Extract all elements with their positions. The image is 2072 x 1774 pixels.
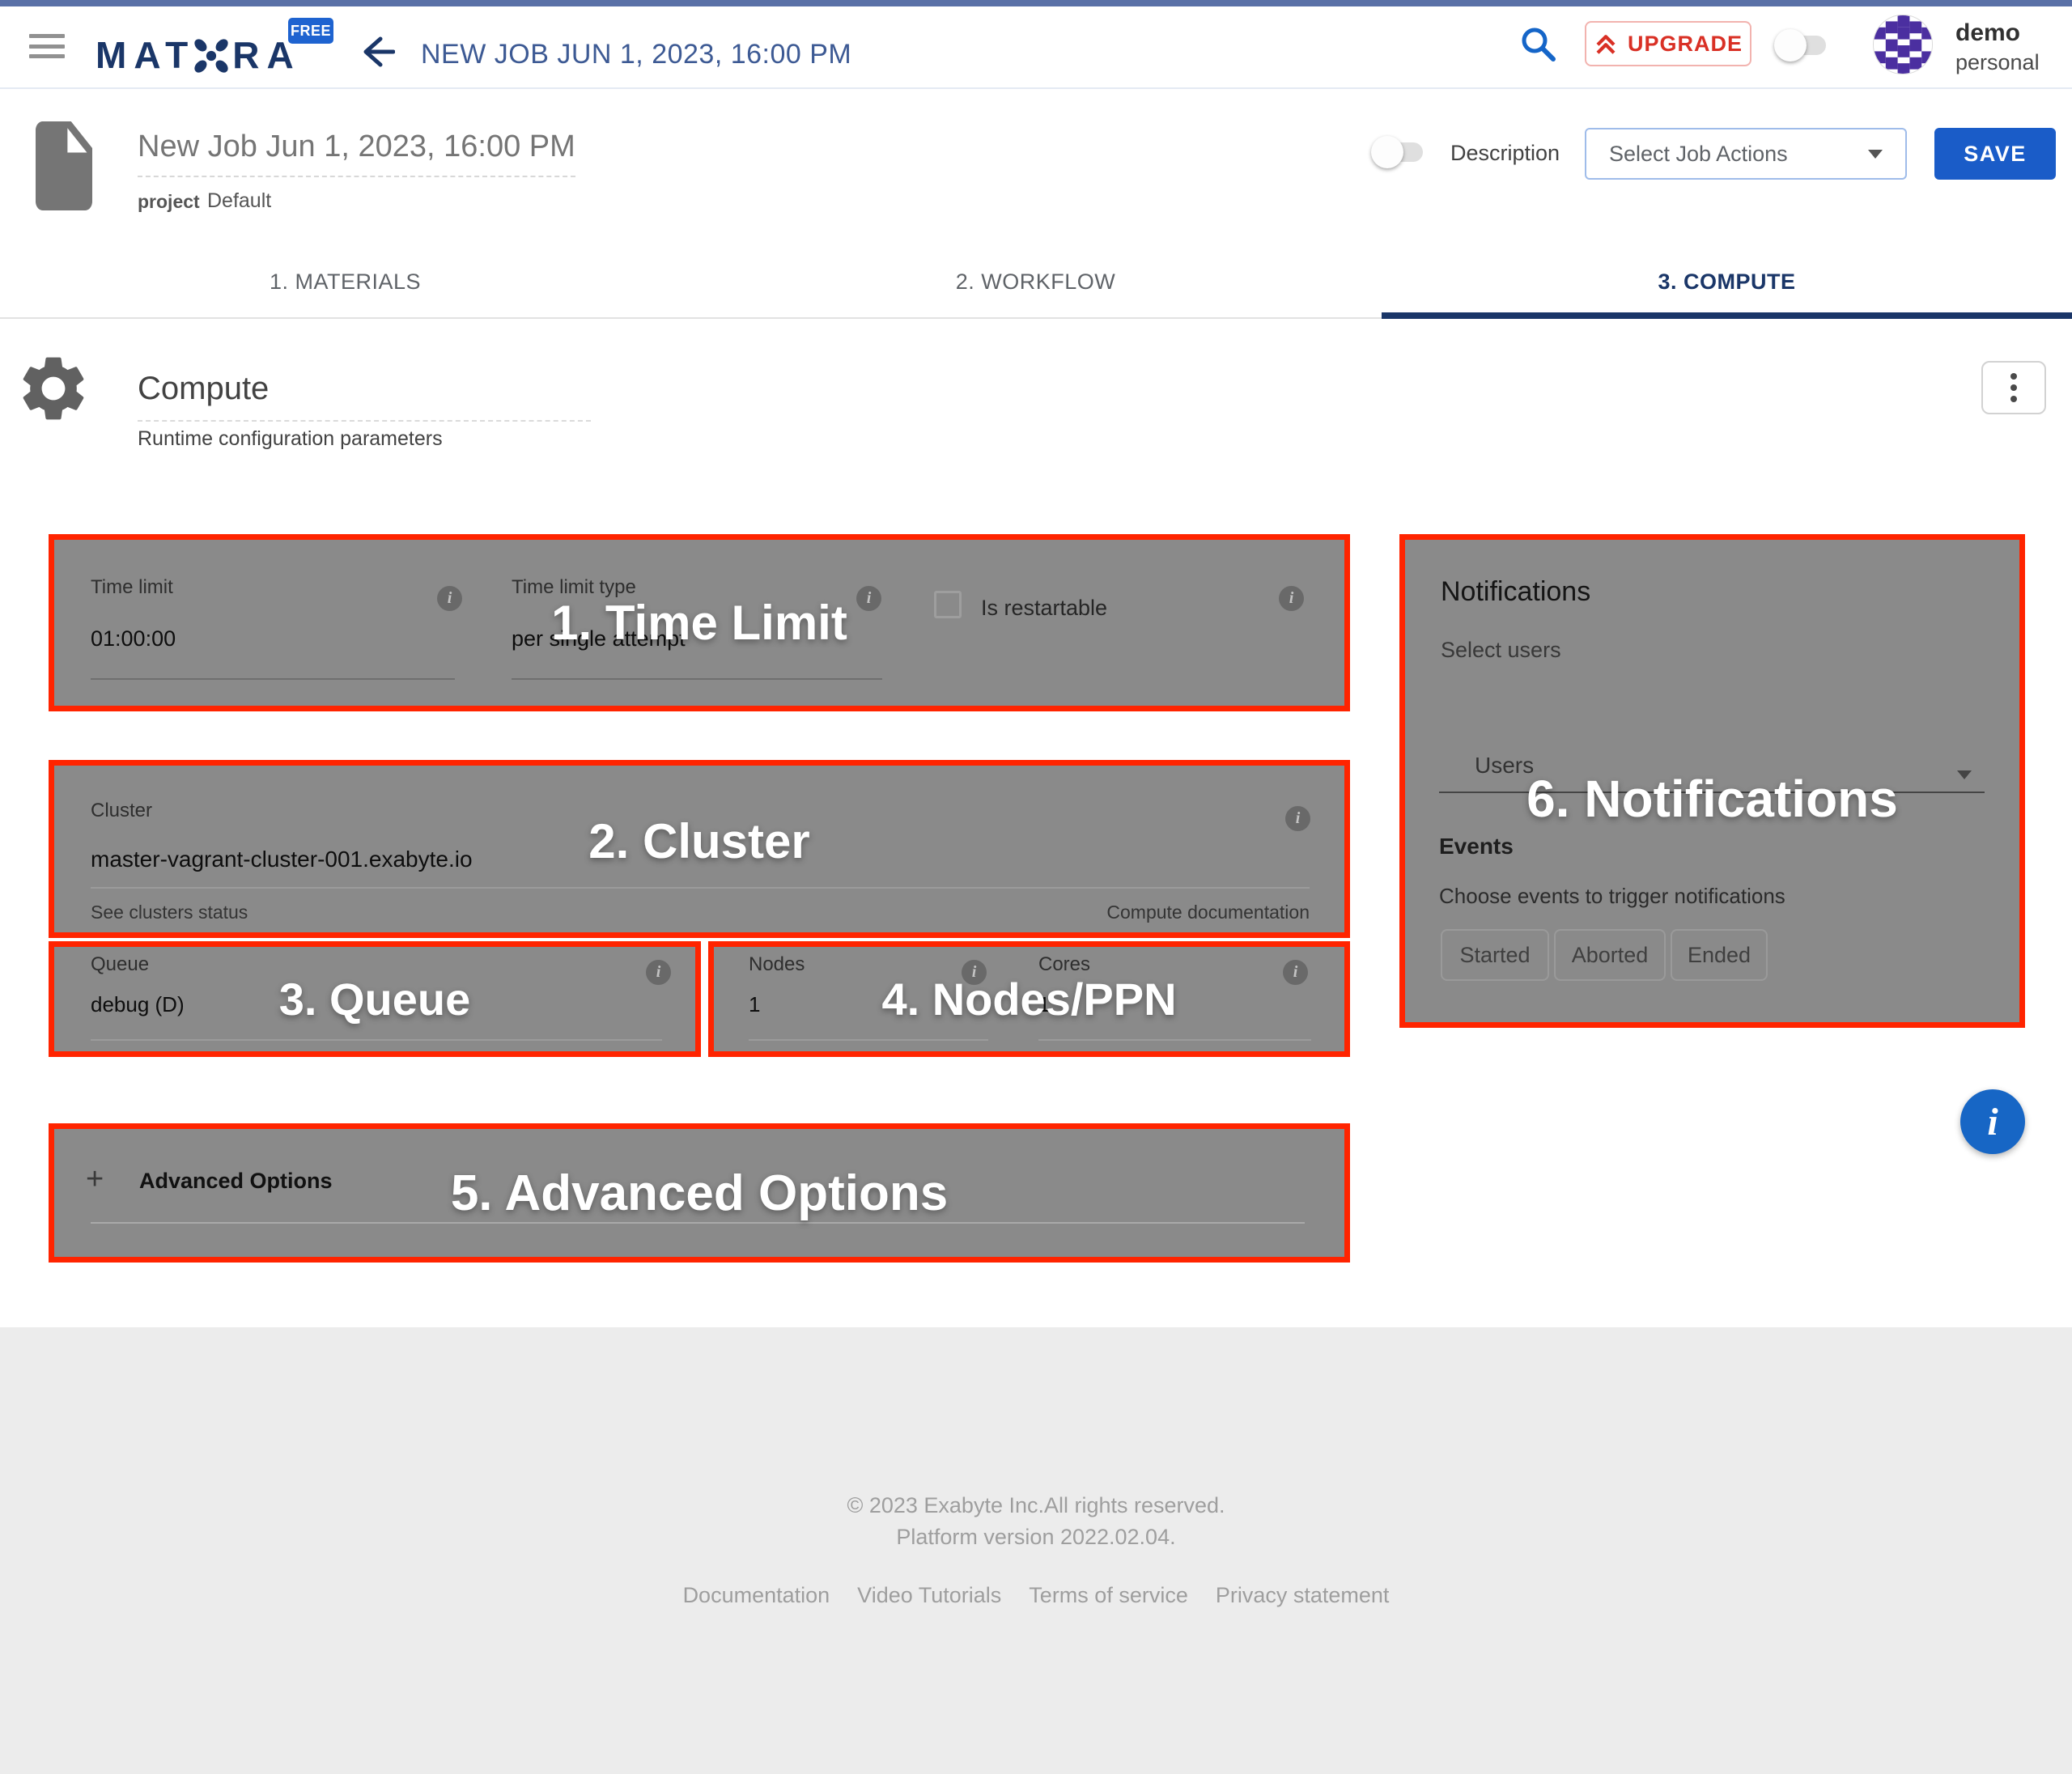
job-actions-placeholder: Select Job Actions (1609, 142, 1788, 167)
tabs-bar: 1. MATERIALS 2. WORKFLOW 3. COMPUTE (0, 244, 2072, 319)
project-label: project (138, 191, 200, 213)
brand-logo[interactable]: MAT RA (96, 32, 301, 78)
cores-label: Cores (1038, 953, 1090, 976)
top-accent-strip (0, 0, 2072, 6)
nodes-label: Nodes (749, 953, 805, 976)
advanced-options-toggle[interactable]: Advanced Options (139, 1169, 333, 1194)
input-underline (91, 1039, 662, 1041)
job-actions-select[interactable]: Select Job Actions (1585, 128, 1907, 180)
footer-link-privacy[interactable]: Privacy statement (1216, 1583, 1390, 1608)
time-limit-type-label: Time limit type (512, 576, 636, 599)
user-name: demo (1955, 19, 2020, 47)
input-underline (91, 887, 1310, 889)
project-value: Default (207, 189, 271, 213)
cluster-select[interactable]: master-vagrant-cluster-001.exabyte.io (91, 847, 473, 872)
logo-text-pre: MAT (96, 33, 195, 77)
events-hint: Choose events to trigger notifications (1439, 884, 1785, 909)
section-title: Compute (138, 371, 591, 422)
free-plan-badge: FREE (288, 18, 333, 44)
divider (91, 1222, 1305, 1224)
input-underline (1439, 792, 1985, 793)
clusters-status-link[interactable]: See clusters status (91, 902, 248, 923)
time-limit-type-select[interactable]: per single attempt (512, 626, 686, 651)
avatar[interactable] (1873, 15, 1933, 74)
footer-copyright: © 2023 Exabyte Inc.All rights reserved. (0, 1493, 2072, 1518)
tab-compute[interactable]: 3. COMPUTE (1382, 244, 2072, 319)
job-title[interactable]: New Job Jun 1, 2023, 16:00 PM (138, 129, 575, 177)
app-root: MAT RA FREE NEW JOB JUN 1, 2023, 16:00 P… (0, 0, 2072, 1774)
user-plan: personal (1955, 50, 2040, 75)
info-icon[interactable]: i (856, 586, 881, 611)
save-button[interactable]: SAVE (1934, 128, 2056, 180)
time-limit-input[interactable]: 01:00:00 (91, 626, 176, 651)
search-icon[interactable] (1518, 24, 1557, 63)
description-label: Description (1450, 141, 1560, 166)
description-toggle[interactable] (1376, 142, 1423, 162)
event-button-started[interactable]: Started (1441, 929, 1549, 981)
events-label: Events (1439, 834, 1514, 859)
header-job-title: NEW JOB JUN 1, 2023, 16:00 PM (421, 39, 851, 70)
users-select[interactable]: Users (1475, 753, 1534, 779)
input-underline (512, 678, 882, 680)
plus-icon[interactable]: + (86, 1162, 104, 1197)
cores-input[interactable]: 1 (1038, 992, 1050, 1017)
compute-documentation-link[interactable]: Compute documentation (1106, 902, 1310, 923)
info-icon[interactable]: i (1285, 806, 1310, 831)
footer-link-documentation[interactable]: Documentation (683, 1583, 830, 1608)
info-icon[interactable]: i (646, 960, 671, 985)
gear-icon (19, 354, 87, 427)
upgrade-label: UPGRADE (1628, 32, 1743, 57)
tab-workflow[interactable]: 2. WORKFLOW (690, 244, 1381, 319)
kebab-menu-button[interactable] (1981, 361, 2046, 414)
section-subtitle: Runtime configuration parameters (138, 427, 443, 451)
nodes-input[interactable]: 1 (749, 992, 760, 1017)
active-tab-indicator (1382, 312, 2072, 319)
info-icon[interactable]: i (437, 586, 462, 611)
is-restartable-label: Is restartable (981, 596, 1107, 621)
notifications-title: Notifications (1441, 576, 1590, 608)
double-chevron-up-icon (1594, 32, 1618, 56)
upgrade-button[interactable]: UPGRADE (1585, 21, 1751, 66)
footer-links: Documentation Video Tutorials Terms of s… (0, 1583, 2072, 1608)
tab-materials[interactable]: 1. MATERIALS (0, 244, 690, 319)
queue-label: Queue (91, 953, 149, 976)
caret-down-icon (1868, 150, 1883, 159)
header-toggle[interactable] (1779, 36, 1826, 55)
footer-link-terms[interactable]: Terms of service (1029, 1583, 1188, 1608)
notifications-subtitle: Select users (1441, 638, 1561, 663)
time-limit-label: Time limit (91, 576, 173, 599)
queue-select[interactable]: debug (D) (91, 992, 185, 1017)
is-restartable-checkbox[interactable] (934, 591, 962, 618)
input-underline (91, 678, 455, 680)
input-underline (749, 1039, 988, 1041)
hamburger-menu-icon[interactable] (29, 34, 65, 58)
footer-link-video-tutorials[interactable]: Video Tutorials (857, 1583, 1001, 1608)
input-underline (1038, 1039, 1311, 1041)
document-icon (36, 121, 92, 214)
event-button-aborted[interactable]: Aborted (1554, 929, 1666, 981)
logo-asterisk-icon (192, 36, 231, 79)
annotated-region-time-limit (49, 534, 1350, 711)
back-arrow-icon[interactable] (361, 36, 395, 68)
info-icon[interactable]: i (1283, 960, 1308, 985)
info-fab-button[interactable]: i (1960, 1089, 2025, 1154)
cluster-label: Cluster (91, 800, 152, 822)
info-icon[interactable]: i (962, 960, 987, 985)
footer-version: Platform version 2022.02.04. (0, 1525, 2072, 1550)
event-button-ended[interactable]: Ended (1671, 929, 1768, 981)
caret-down-icon[interactable] (1957, 770, 1972, 779)
info-icon[interactable]: i (1279, 586, 1304, 611)
